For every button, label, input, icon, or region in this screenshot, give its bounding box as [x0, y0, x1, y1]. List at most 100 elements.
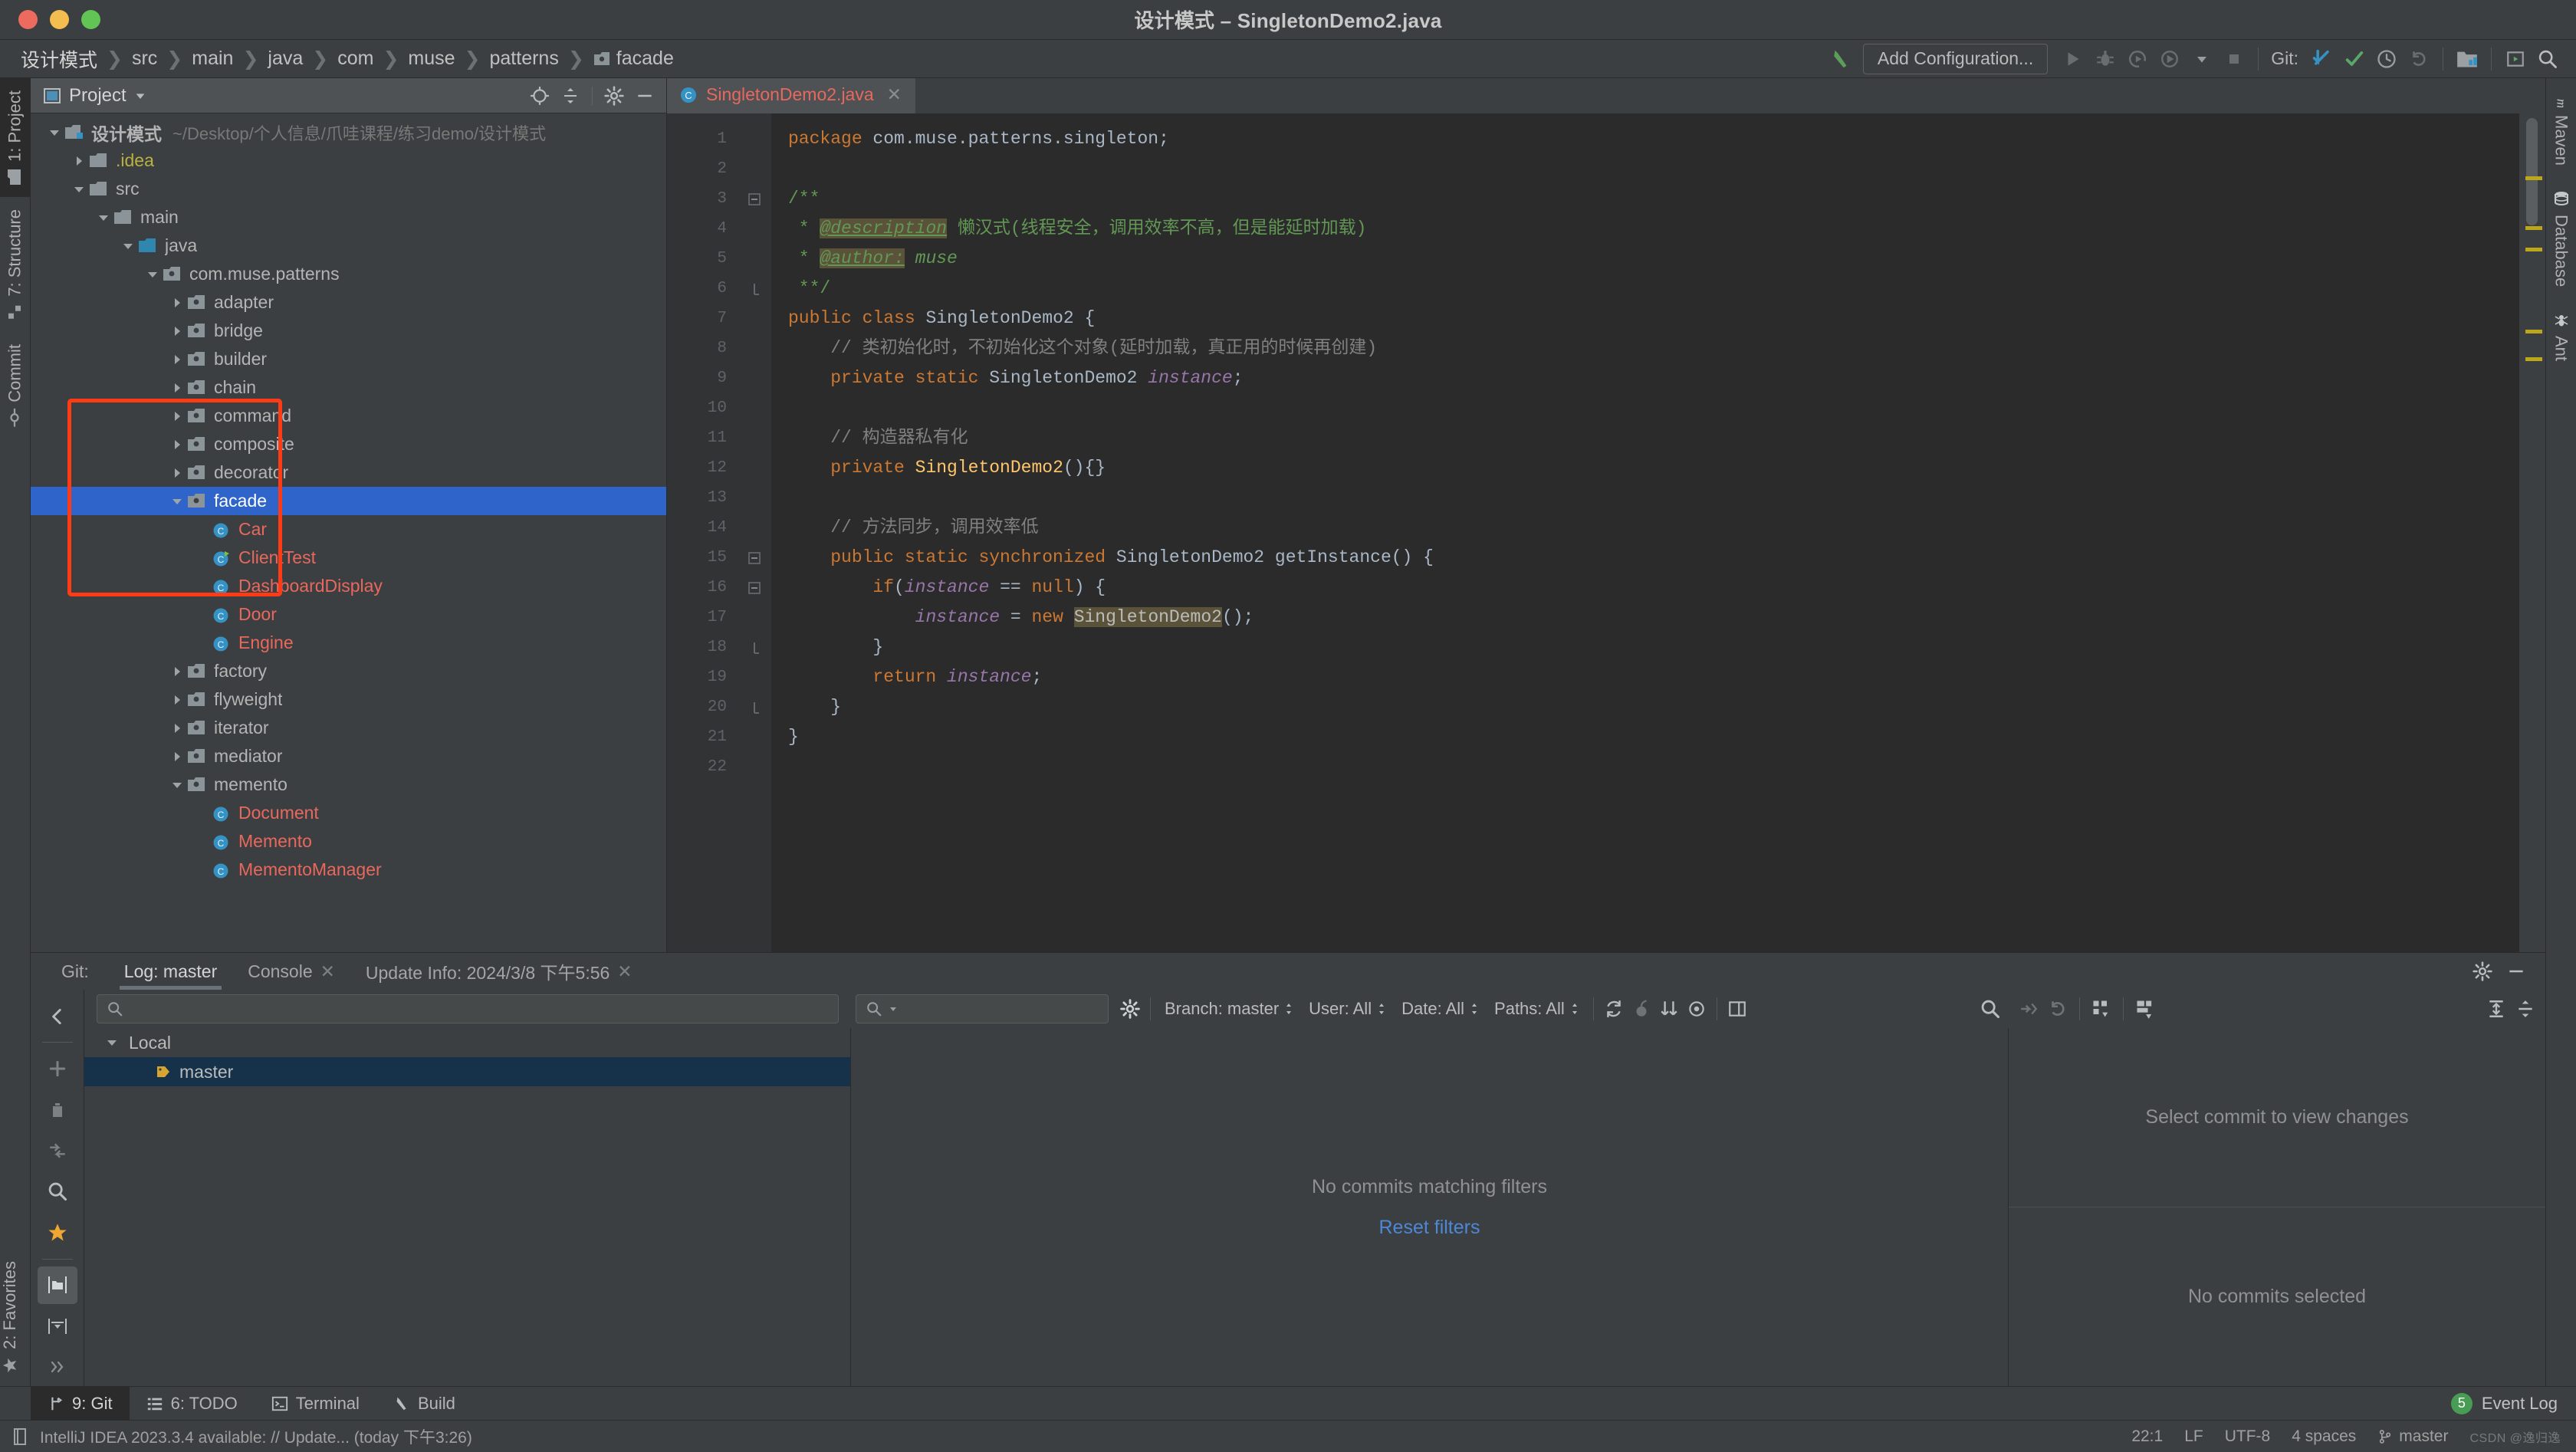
breadcrumb-item-src[interactable]: src: [127, 48, 163, 70]
group-icon[interactable]: [2088, 995, 2115, 1023]
breadcrumb-item-java[interactable]: java: [262, 48, 308, 70]
branch-tree[interactable]: Local master: [84, 1028, 851, 1386]
layout-icon[interactable]: [2131, 995, 2159, 1023]
close-icon[interactable]: ✕: [617, 961, 632, 982]
code-line[interactable]: package com.muse.patterns.singleton;: [771, 124, 2519, 154]
editor-marker[interactable]: [2525, 248, 2542, 251]
add-icon[interactable]: [38, 1050, 77, 1087]
hide-icon[interactable]: [631, 82, 659, 110]
collapse-all-icon[interactable]: [2512, 995, 2539, 1023]
maximize-window-button[interactable]: [81, 10, 100, 29]
sidebar-item-maven[interactable]: m Maven: [2546, 78, 2576, 178]
tab-update-info[interactable]: Update Info: 2024/3/8 下午5:56 ✕: [350, 953, 648, 990]
chevron-down-icon[interactable]: [94, 212, 113, 224]
chevron-right-icon[interactable]: [167, 410, 187, 422]
chevron-right-icon[interactable]: [167, 467, 187, 479]
tree-node-[interactable]: 设计模式 ~/Desktop/个人信息/爪哇课程/练习demo/设计模式: [31, 118, 666, 146]
run-icon[interactable]: [2057, 43, 2089, 75]
tree-node-mediator[interactable]: mediator: [31, 742, 666, 770]
indent-setting[interactable]: 4 spaces: [2292, 1427, 2356, 1446]
tree-node-factory[interactable]: factory: [31, 657, 666, 685]
close-window-button[interactable]: [18, 10, 38, 29]
breadcrumb-item-main[interactable]: main: [186, 48, 238, 70]
chevron-down-icon[interactable]: [134, 90, 146, 102]
tree-node-adapter[interactable]: adapter: [31, 288, 666, 317]
locate-icon[interactable]: [526, 82, 554, 110]
code-line[interactable]: instance = new SingletonDemo2();: [771, 603, 2519, 632]
tree-node-com.muse.patterns[interactable]: com.muse.patterns: [31, 260, 666, 288]
delete-icon[interactable]: [38, 1091, 77, 1128]
tree-node-document[interactable]: C Document: [31, 799, 666, 827]
code-line[interactable]: }: [771, 632, 2519, 662]
debug-icon[interactable]: [2089, 43, 2121, 75]
tree-node-command[interactable]: command: [31, 402, 666, 430]
merge-icon[interactable]: [38, 1132, 77, 1169]
chevron-down-icon[interactable]: [167, 495, 187, 508]
breadcrumb-item-muse[interactable]: muse: [402, 48, 460, 70]
branch-search-input[interactable]: [97, 994, 839, 1023]
search-icon[interactable]: [38, 1173, 77, 1211]
tool-window-tab-git[interactable]: 9: Git: [31, 1386, 130, 1421]
breadcrumb-item-patterns[interactable]: patterns: [485, 48, 564, 70]
tree-node-decorator[interactable]: decorator: [31, 458, 666, 487]
cherry-pick-icon[interactable]: [2015, 995, 2042, 1023]
project-tree[interactable]: 设计模式 ~/Desktop/个人信息/爪哇课程/练习demo/设计模式 .idea…: [31, 113, 666, 952]
code-line[interactable]: [771, 483, 2519, 513]
code-fold-marker[interactable]: [738, 184, 771, 214]
sidebar-item-project[interactable]: 1: Project: [0, 78, 30, 197]
code-fold-column[interactable]: [738, 113, 771, 952]
code-line[interactable]: [771, 393, 2519, 423]
code-fold-marker[interactable]: [738, 573, 771, 603]
reset-filters-link[interactable]: Reset filters: [1379, 1217, 1480, 1239]
code-line[interactable]: }: [771, 722, 2519, 752]
chevron-down-icon[interactable]: [2186, 43, 2218, 75]
close-icon[interactable]: ✕: [320, 961, 335, 982]
code-fold-marker[interactable]: [738, 274, 771, 304]
profile-icon[interactable]: [2154, 43, 2186, 75]
expand-more-icon[interactable]: [38, 1349, 77, 1386]
chevron-down-icon[interactable]: [118, 240, 138, 252]
rollback-icon[interactable]: [2403, 43, 2435, 75]
tree-node-mementomanager[interactable]: C MementoManager: [31, 856, 666, 884]
editor-scrollbar[interactable]: [2519, 113, 2545, 952]
expand-all-icon[interactable]: [2482, 995, 2510, 1023]
history-icon[interactable]: [2371, 43, 2403, 75]
revert-icon[interactable]: [2044, 995, 2072, 1023]
editor-tab-singletondemo2[interactable]: C SingletonDemo2.java ✕: [667, 78, 915, 113]
new-ui-icon[interactable]: [2499, 43, 2532, 75]
tree-node-memento[interactable]: C Memento: [31, 827, 666, 856]
update-project-icon[interactable]: [2306, 43, 2338, 75]
sidebar-item-database[interactable]: Database: [2546, 178, 2576, 299]
code-line[interactable]: if(instance == null) {: [771, 573, 2519, 603]
code-line[interactable]: * @author: muse: [771, 244, 2519, 274]
scrollbar-thumb[interactable]: [2526, 118, 2538, 225]
tree-node-builder[interactable]: builder: [31, 345, 666, 373]
chevron-down-icon[interactable]: [44, 126, 64, 139]
chevron-right-icon[interactable]: [167, 694, 187, 706]
caret-position[interactable]: 22:1: [2131, 1427, 2163, 1446]
chevron-right-icon[interactable]: [167, 382, 187, 394]
sidebar-item-ant[interactable]: Ant: [2546, 299, 2576, 373]
breadcrumb-item-project[interactable]: 设计模式: [15, 45, 103, 73]
chevron-right-icon[interactable]: [167, 439, 187, 451]
event-log-group[interactable]: 5 Event Log: [2450, 1392, 2576, 1414]
build-hammer-icon[interactable]: [1825, 43, 1857, 75]
editor-marker[interactable]: [2525, 330, 2542, 333]
search-everywhere-icon[interactable]: [2532, 43, 2564, 75]
hide-icon[interactable]: [2502, 958, 2530, 985]
gear-icon[interactable]: [2469, 958, 2496, 985]
run-with-coverage-icon[interactable]: [2121, 43, 2154, 75]
code-line[interactable]: return instance;: [771, 662, 2519, 692]
code-line[interactable]: private static SingletonDemo2 instance;: [771, 363, 2519, 393]
text-search-icon[interactable]: [1976, 995, 2004, 1023]
minimize-window-button[interactable]: [50, 10, 69, 29]
close-icon[interactable]: ✕: [887, 84, 902, 105]
tool-window-tab-todo[interactable]: 6: TODO: [130, 1387, 255, 1421]
tab-console[interactable]: Console ✕: [232, 953, 350, 990]
tree-node-chain[interactable]: chain: [31, 373, 666, 402]
filter-paths[interactable]: Paths: All: [1487, 999, 1587, 1019]
git-branch-widget[interactable]: master: [2377, 1427, 2448, 1446]
tool-window-tab-terminal[interactable]: Terminal: [255, 1387, 376, 1421]
cherry-pick-icon[interactable]: [1628, 995, 1655, 1023]
code-line[interactable]: * @description 懒汉式(线程安全，调用效率不高，但是能延时加载): [771, 214, 2519, 244]
